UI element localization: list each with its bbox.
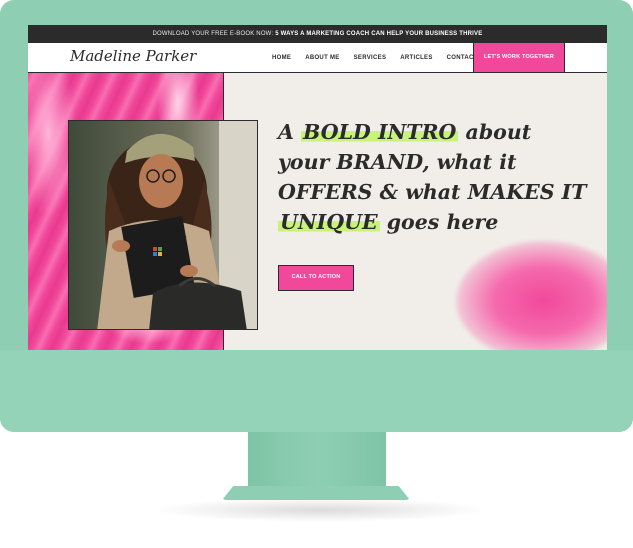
call-to-action-button[interactable]: CALL TO ACTION xyxy=(278,265,354,291)
headline-part: goes here xyxy=(379,210,499,234)
announcement-bar[interactable]: DOWNLOAD YOUR FREE E-BOOK NOW: 5 WAYS A … xyxy=(28,25,607,43)
nav-articles[interactable]: ARTICLES xyxy=(400,55,432,61)
site-navbar: Madeline Parker HOME ABOUT ME SERVICES A… xyxy=(28,43,607,73)
work-together-button[interactable]: LET'S WORK TOGETHER xyxy=(473,43,565,72)
nav-about-me[interactable]: ABOUT ME xyxy=(305,55,339,61)
nav-links: HOME ABOUT ME SERVICES ARTICLES CONTACT xyxy=(270,43,492,72)
monitor-chin xyxy=(0,350,633,432)
hero-section: A BOLD INTRO about your BRAND, what it O… xyxy=(28,73,607,350)
floor-shadow xyxy=(150,498,490,522)
monitor-stand-neck xyxy=(248,432,386,488)
headline-highlight-bold-intro: BOLD INTRO xyxy=(301,120,459,144)
site-logo[interactable]: Madeline Parker xyxy=(70,47,196,65)
headline-part: A xyxy=(278,120,302,144)
nav-home[interactable]: HOME xyxy=(270,55,293,62)
pink-gradient-blob xyxy=(456,241,607,350)
website-screen: DOWNLOAD YOUR FREE E-BOOK NOW: 5 WAYS A … xyxy=(28,25,607,350)
announcement-highlight[interactable]: 5 WAYS A MARKETING COACH CAN HELP YOUR B… xyxy=(275,31,482,37)
monitor-mockup: DOWNLOAD YOUR FREE E-BOOK NOW: 5 WAYS A … xyxy=(0,0,633,548)
headline-highlight-unique: UNIQUE xyxy=(278,210,380,234)
nav-services[interactable]: SERVICES xyxy=(354,55,387,61)
hero-headline: A BOLD INTRO about your BRAND, what it O… xyxy=(278,117,588,237)
hero-photo xyxy=(68,120,258,330)
woman-with-laptop-photo xyxy=(69,121,257,329)
monitor-stand-foot xyxy=(222,486,410,500)
announcement-prefix: DOWNLOAD YOUR FREE E-BOOK NOW: xyxy=(152,31,276,37)
